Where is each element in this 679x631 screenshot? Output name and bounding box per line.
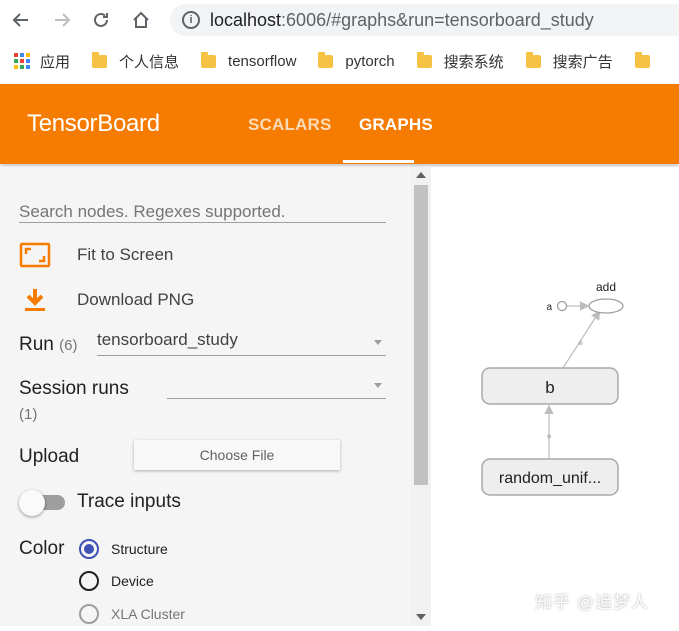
- bookmark-label: 搜索广告: [552, 53, 613, 71]
- graph-node-random-uniform[interactable]: random_unif...: [481, 458, 619, 496]
- edge-random-to-b: ⊕: [544, 404, 554, 459]
- bookmark-label: 应用: [40, 53, 71, 71]
- url-path: :6006/#graphs&run=tensorboard_study: [281, 9, 594, 30]
- bookmark-overflow[interactable]: [634, 51, 662, 68]
- scroll-down-arrow-icon[interactable]: [416, 614, 426, 620]
- radio-label: Structure: [111, 541, 168, 557]
- edge-b-to-add: ⊕: [562, 309, 601, 369]
- folder-icon: [201, 51, 217, 68]
- radio-unchecked-icon: [79, 604, 99, 624]
- bookmark-label: 搜索系统: [443, 53, 504, 71]
- run-select[interactable]: tensorboard_study: [97, 330, 386, 356]
- radio-label: Device: [111, 573, 154, 589]
- graph-node-b[interactable]: b: [481, 367, 619, 405]
- app-header: TensorBoard SCALARS GRAPHS: [0, 84, 679, 164]
- node-label-b: b: [545, 378, 554, 397]
- apps-icon: [14, 53, 30, 69]
- color-label: Color: [19, 538, 65, 559]
- browser-toolbar: i localhost:6006/#graphs&run=tensorboard…: [0, 0, 679, 40]
- choose-file-button[interactable]: Choose File: [134, 440, 340, 470]
- home-icon: [133, 11, 149, 28]
- bookmarks-bar: 应用 个人信息 tensorflow pytorch 搜索系统 搜索广告: [0, 44, 679, 78]
- bookmark-label: tensorflow: [228, 52, 297, 70]
- active-tab-indicator: [343, 160, 414, 163]
- fit-screen-icon: [19, 241, 51, 269]
- node-label-add: add: [596, 280, 616, 294]
- bookmark-search-ads[interactable]: 搜索广告: [525, 51, 613, 72]
- caret-down-icon: [374, 383, 382, 388]
- bookmark-label: 个人信息: [119, 53, 180, 71]
- bookmark-label: pytorch: [345, 52, 395, 70]
- search-nodes-input[interactable]: [19, 201, 386, 223]
- toggle-knob: [19, 490, 45, 516]
- trace-inputs-label: Trace inputs: [77, 491, 181, 512]
- session-runs-select[interactable]: [167, 373, 386, 399]
- bookmark-apps[interactable]: 应用: [0, 51, 70, 72]
- url-host: localhost: [210, 9, 282, 30]
- graph-svg: ⊕ ⊕ add a b random_unif...: [481, 280, 624, 496]
- run-select-value: tensorboard_study: [97, 330, 238, 349]
- graph-node-add[interactable]: add: [588, 280, 624, 314]
- graph-controls-sidebar: Fit to Screen Download PNG Run (6) tenso…: [0, 167, 411, 626]
- run-count: (6): [59, 337, 78, 354]
- download-png-button[interactable]: Download PNG: [19, 286, 194, 314]
- bookmark-personal[interactable]: 个人信息: [92, 51, 179, 72]
- run-label-text: Run: [19, 334, 54, 355]
- upload-label: Upload: [19, 446, 80, 467]
- bookmark-search-system[interactable]: 搜索系统: [416, 51, 504, 72]
- radio-label: XLA Cluster: [111, 606, 185, 622]
- trace-inputs-toggle[interactable]: [19, 490, 65, 516]
- folder-icon: [634, 51, 650, 68]
- graph-canvas[interactable]: ⊕ ⊕ add a b random_unif...: [431, 167, 679, 626]
- node-label-random-uniform: random_unif...: [499, 470, 601, 487]
- session-runs-count: (1): [19, 406, 38, 423]
- scrollbar-thumb[interactable]: [414, 185, 428, 485]
- folder-icon: [318, 51, 334, 68]
- tab-scalars[interactable]: SCALARS: [248, 115, 332, 135]
- bookmark-pytorch[interactable]: pytorch: [318, 51, 395, 70]
- color-option-xla-cluster[interactable]: XLA Cluster: [79, 604, 185, 624]
- graph-node-a[interactable]: a: [546, 300, 568, 314]
- info-icon[interactable]: i: [182, 11, 200, 29]
- radio-unchecked-icon: [79, 571, 99, 591]
- fit-to-screen-button[interactable]: Fit to Screen: [19, 241, 173, 269]
- fit-to-screen-label: Fit to Screen: [77, 245, 174, 264]
- folder-icon: [525, 51, 541, 68]
- arrow-right-icon: [55, 13, 71, 27]
- color-option-device[interactable]: Device: [79, 571, 154, 591]
- download-png-label: Download PNG: [77, 290, 195, 309]
- caret-down-icon: [374, 340, 382, 345]
- run-label: Run (6): [19, 334, 77, 356]
- folder-icon: [416, 51, 432, 68]
- address-bar[interactable]: i localhost:6006/#graphs&run=tensorboard…: [170, 4, 679, 36]
- folder-icon: [92, 51, 108, 68]
- svg-text:⊕: ⊕: [578, 341, 583, 347]
- svg-text:⊕: ⊕: [547, 434, 553, 439]
- forward-button[interactable]: [50, 8, 74, 32]
- node-label-a: a: [546, 302, 552, 313]
- reload-button[interactable]: [89, 8, 113, 32]
- reload-icon: [94, 12, 108, 27]
- sidebar-scrollbar[interactable]: [411, 167, 431, 626]
- arrow-left-icon: [12, 13, 28, 27]
- radio-checked-icon: [79, 539, 99, 559]
- watermark: 知乎 @追梦人: [535, 593, 649, 612]
- session-runs-label: Session runs: [19, 378, 129, 399]
- scroll-up-arrow-icon[interactable]: [416, 172, 426, 178]
- home-button[interactable]: [129, 8, 153, 32]
- bookmark-tensorflow[interactable]: tensorflow: [201, 51, 297, 70]
- back-button[interactable]: [9, 8, 33, 32]
- download-icon: [19, 286, 51, 314]
- color-option-structure[interactable]: Structure: [79, 539, 168, 559]
- tab-graphs[interactable]: GRAPHS: [359, 115, 433, 135]
- app-title: TensorBoard: [27, 110, 160, 137]
